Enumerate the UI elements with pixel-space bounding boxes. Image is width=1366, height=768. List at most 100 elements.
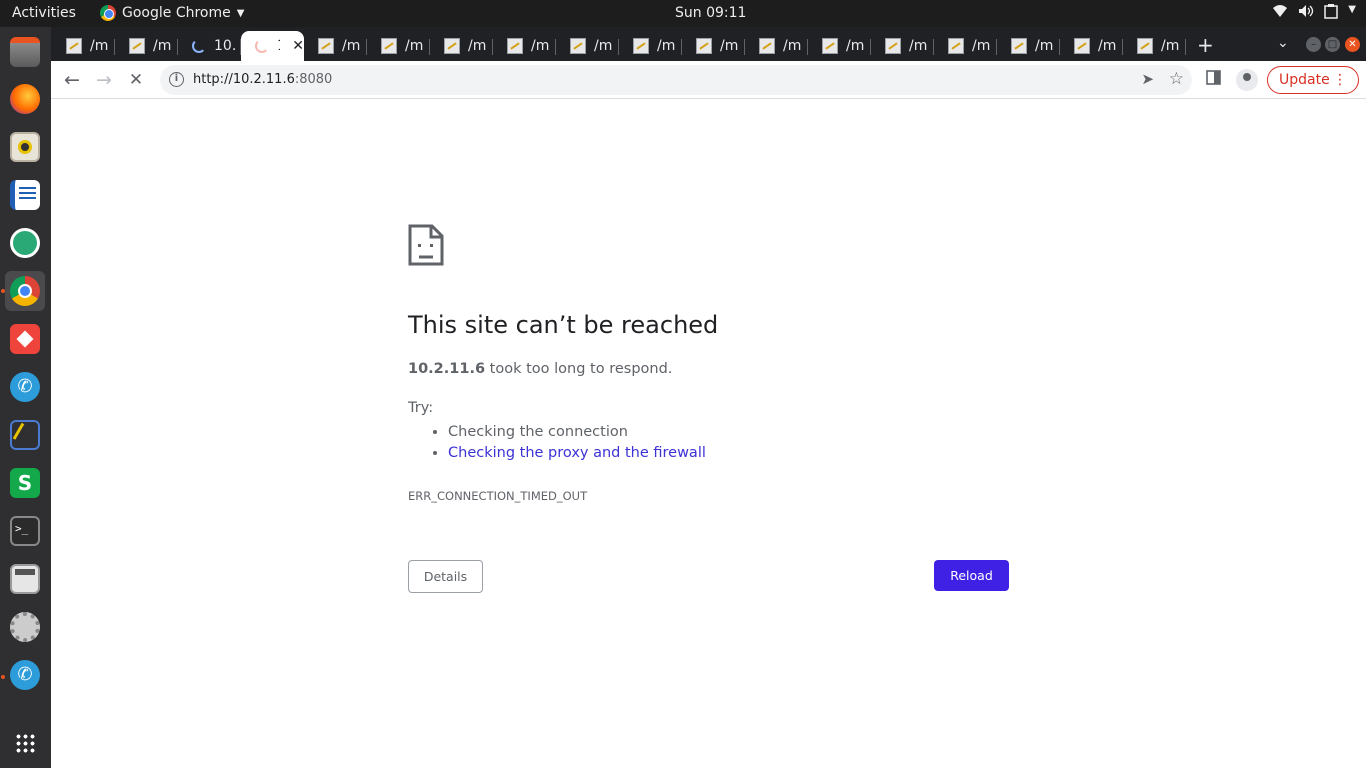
tab-14[interactable]: /m — [871, 31, 934, 61]
tab-12[interactable]: /m — [745, 31, 808, 61]
tab-8[interactable]: /m — [493, 31, 556, 61]
anydesk-icon[interactable] — [5, 319, 45, 359]
broken-image-favicon-icon — [129, 38, 145, 54]
tab-title: /m — [1035, 38, 1054, 54]
broken-image-favicon-icon — [318, 38, 334, 54]
update-button[interactable]: Update ⋮ — [1267, 66, 1359, 94]
broken-image-favicon-icon — [633, 38, 649, 54]
firefox-icon[interactable] — [5, 79, 45, 119]
tab-search-chevron-icon[interactable]: ⌄ — [1277, 35, 1289, 51]
broken-image-favicon-icon — [507, 38, 523, 54]
tab-title: /m — [468, 38, 487, 54]
tab-6[interactable]: /m — [367, 31, 430, 61]
settings-tool-icon[interactable] — [5, 607, 45, 647]
tab-title: /m — [405, 38, 424, 54]
broken-image-favicon-icon — [444, 38, 460, 54]
profile-avatar-icon[interactable] — [1236, 69, 1258, 91]
stop-loading-button[interactable]: ✕ — [125, 69, 147, 91]
error-host: 10.2.11.6 — [408, 361, 486, 377]
bookmark-star-icon[interactable]: ☆ — [1169, 69, 1184, 89]
proxy-firewall-link[interactable]: Checking the proxy and the firewall — [448, 445, 706, 461]
tab-title: /m — [657, 38, 676, 54]
tab-11[interactable]: /m — [682, 31, 745, 61]
running-indicator — [1, 289, 5, 293]
broken-image-favicon-icon — [822, 38, 838, 54]
tab-10[interactable]: /m — [619, 31, 682, 61]
tab-5[interactable]: /m — [304, 31, 367, 61]
tab-title: 1 — [277, 38, 280, 54]
tab-16[interactable]: /m — [997, 31, 1060, 61]
calculator-icon[interactable] — [5, 559, 45, 599]
system-tray[interactable]: ▼ — [1272, 4, 1356, 23]
suggestions-list: Checking the connection Checking the pro… — [448, 424, 706, 466]
tab-title: /m — [594, 38, 613, 54]
tab-title: /m — [846, 38, 865, 54]
tab-15[interactable]: /m — [934, 31, 997, 61]
app-menu[interactable]: Google Chrome ▼ — [100, 5, 244, 21]
chrome-icon[interactable] — [5, 271, 45, 311]
volume-icon — [1298, 4, 1314, 23]
writer-icon[interactable] — [5, 175, 45, 215]
broken-image-favicon-icon — [1011, 38, 1027, 54]
files-icon[interactable] — [5, 32, 45, 72]
forward-button[interactable]: → — [93, 69, 115, 91]
maximize-button[interactable]: □ — [1325, 37, 1340, 52]
sheets-icon[interactable]: S — [5, 463, 45, 503]
clock[interactable]: Sun 09:11 — [675, 5, 746, 21]
update-label: Update — [1279, 72, 1330, 88]
send-to-devices-icon[interactable]: ➤ — [1141, 70, 1154, 88]
phone-icon[interactable]: ✆ — [5, 367, 45, 407]
chrome-icon — [100, 5, 116, 21]
error-code: ERR_CONNECTION_TIMED_OUT — [408, 489, 588, 503]
phone-icon-2[interactable]: ✆ — [5, 655, 45, 695]
browser-toolbar: ← → ✕ i http://10.2.11.6:8080 ➤ ☆ Update… — [51, 61, 1366, 99]
running-indicator — [1, 675, 5, 679]
tab-13[interactable]: /m — [808, 31, 871, 61]
dock: ✆ S >_ ✆ — [0, 27, 51, 768]
tab-2[interactable]: /m — [115, 31, 178, 61]
tab-title: /m — [720, 38, 739, 54]
close-tab-icon[interactable]: ✕ — [292, 38, 304, 54]
remote-desktop-icon[interactable] — [5, 223, 45, 263]
app-grid-icon[interactable] — [5, 723, 45, 763]
tab-title: /m — [531, 38, 550, 54]
address-bar[interactable]: i http://10.2.11.6:8080 ➤ ☆ — [160, 65, 1192, 95]
network-tool-icon[interactable] — [5, 415, 45, 455]
minimize-button[interactable]: – — [1306, 37, 1321, 52]
tab-title: /m — [1098, 38, 1117, 54]
wifi-icon — [1272, 4, 1288, 23]
broken-image-favicon-icon — [696, 38, 712, 54]
gnome-top-bar: Activities Google Chrome ▼ Sun 09:11 ▼ — [0, 0, 1366, 27]
details-button[interactable]: Details — [408, 560, 483, 593]
tab-7[interactable]: /m — [430, 31, 493, 61]
back-button[interactable]: ← — [61, 69, 83, 91]
suggestion-item: Checking the proxy and the firewall — [448, 445, 706, 461]
tab-3[interactable]: 10. — [178, 31, 241, 61]
broken-image-favicon-icon — [570, 38, 586, 54]
reload-button[interactable]: Reload — [934, 560, 1009, 591]
loading-spinner-icon — [255, 39, 269, 53]
tab-18[interactable]: /m — [1123, 31, 1186, 61]
error-message: 10.2.11.6 took too long to respond. — [408, 361, 672, 377]
try-label: Try: — [408, 400, 434, 416]
tab-separator — [1185, 39, 1186, 55]
tab-1[interactable]: /m — [52, 31, 115, 61]
side-panel-icon[interactable] — [1206, 70, 1221, 89]
tab-4[interactable]: 1✕ — [241, 31, 304, 61]
page-content: This site can’t be reached 10.2.11.6 too… — [51, 100, 1366, 768]
activities-button[interactable]: Activities — [12, 5, 76, 21]
broken-image-favicon-icon — [885, 38, 901, 54]
power-menu-icon: ▼ — [1348, 4, 1356, 15]
close-window-button[interactable]: ✕ — [1345, 37, 1360, 52]
new-tab-button[interactable]: + — [1197, 33, 1214, 57]
broken-image-favicon-icon — [759, 38, 775, 54]
tab-9[interactable]: /m — [556, 31, 619, 61]
sad-document-icon — [408, 224, 444, 266]
terminal-icon[interactable]: >_ — [5, 511, 45, 551]
address-url[interactable]: http://10.2.11.6:8080 — [193, 72, 332, 87]
rhythmbox-icon[interactable] — [5, 127, 45, 167]
tab-strip: /m/m10.1✕/m/m/m/m/m/m/m/m/m/m/m/m/m/m + … — [51, 27, 1366, 61]
app-menu-label: Google Chrome — [122, 5, 231, 21]
site-info-icon[interactable]: i — [169, 72, 184, 87]
tab-17[interactable]: /m — [1060, 31, 1123, 61]
